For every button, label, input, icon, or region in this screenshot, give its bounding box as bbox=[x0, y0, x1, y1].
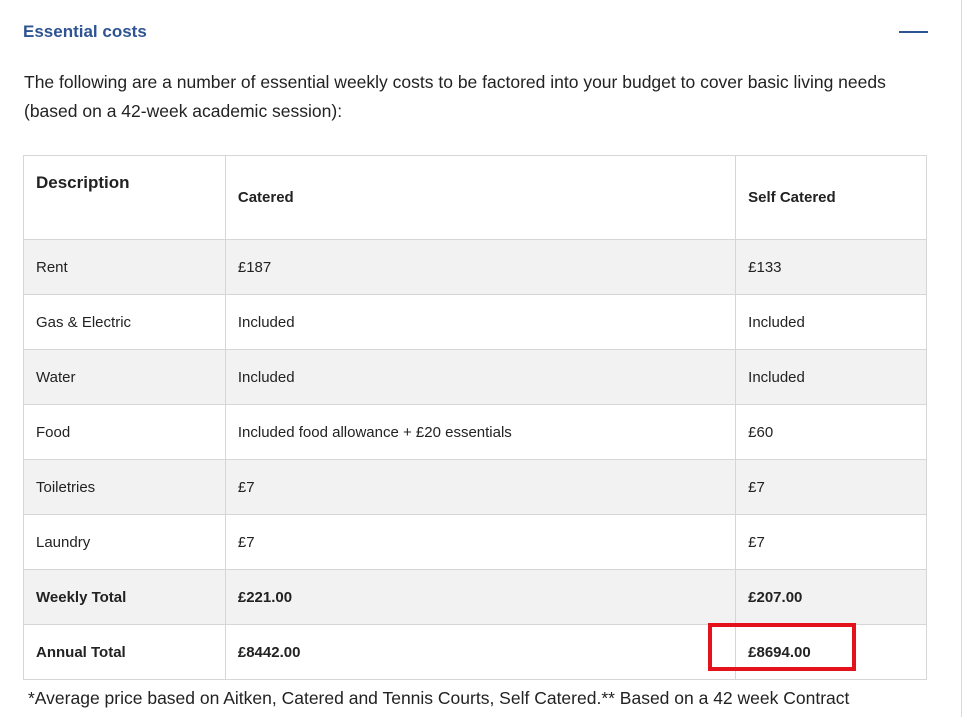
row-catered: £7 bbox=[224, 514, 737, 570]
row-self-catered: £7 bbox=[735, 514, 927, 570]
essential-costs-table: Description Catered Self Catered Rent £1… bbox=[23, 155, 927, 680]
row-description: Food bbox=[23, 404, 226, 460]
row-catered: Included food allowance + £20 essentials bbox=[224, 404, 737, 460]
row-description: Weekly Total bbox=[23, 569, 226, 625]
row-description: Rent bbox=[23, 239, 226, 295]
row-self-catered: £207.00 bbox=[735, 569, 927, 625]
row-description: Laundry bbox=[23, 514, 226, 570]
table-row: Gas & Electric Included Included bbox=[23, 294, 927, 350]
weekly-total-row: Weekly Total £221.00 £207.00 bbox=[23, 569, 927, 625]
row-catered: £187 bbox=[224, 239, 737, 295]
row-self-catered: Included bbox=[735, 349, 927, 405]
row-self-catered: £60 bbox=[735, 404, 927, 460]
row-catered: £7 bbox=[224, 459, 737, 515]
header-catered: Catered bbox=[224, 155, 737, 240]
header-self-catered: Self Catered bbox=[735, 155, 927, 240]
row-self-catered: £8694.00 bbox=[735, 624, 927, 680]
row-description: Annual Total bbox=[23, 624, 226, 680]
table-row: Toiletries £7 £7 bbox=[23, 459, 927, 515]
row-catered: £8442.00 bbox=[224, 624, 737, 680]
header-description: Description bbox=[23, 155, 226, 240]
row-catered: Included bbox=[224, 294, 737, 350]
table-row: Rent £187 £133 bbox=[23, 239, 927, 295]
table-header-row: Description Catered Self Catered bbox=[23, 155, 927, 240]
table-row: Laundry £7 £7 bbox=[23, 514, 927, 570]
row-self-catered: £7 bbox=[735, 459, 927, 515]
essential-costs-accordion-header[interactable]: Essential costs bbox=[23, 17, 928, 47]
row-description: Water bbox=[23, 349, 226, 405]
row-description: Gas & Electric bbox=[23, 294, 226, 350]
row-self-catered: Included bbox=[735, 294, 927, 350]
row-catered: Included bbox=[224, 349, 737, 405]
intro-text: The following are a number of essential … bbox=[24, 72, 886, 121]
table-row: Water Included Included bbox=[23, 349, 927, 405]
footnote: *Average price based on Aitken, Catered … bbox=[28, 688, 850, 708]
row-description: Toiletries bbox=[23, 459, 226, 515]
row-self-catered: £133 bbox=[735, 239, 927, 295]
essential-costs-panel: Essential costs The following are a numb… bbox=[0, 0, 962, 717]
row-catered: £221.00 bbox=[224, 569, 737, 625]
annual-total-row: Annual Total £8442.00 £8694.00 bbox=[23, 624, 927, 680]
minus-icon[interactable] bbox=[899, 31, 928, 33]
section-title: Essential costs bbox=[23, 22, 147, 41]
table-row: Food Included food allowance + £20 essen… bbox=[23, 404, 927, 460]
